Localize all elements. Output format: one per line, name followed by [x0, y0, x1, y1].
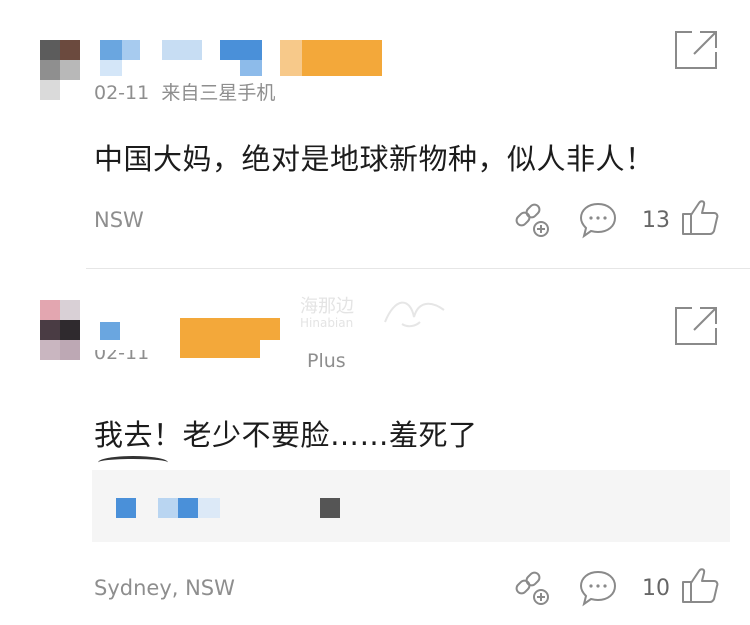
quoted-reply	[92, 470, 730, 542]
thumbs-up-icon[interactable]	[680, 566, 720, 606]
like-count: 10	[642, 576, 670, 601]
thumbs-up-icon[interactable]	[680, 198, 720, 238]
comment-date: 02-11	[94, 350, 150, 364]
expand-icon[interactable]	[674, 30, 718, 70]
watermark-logo	[380, 292, 450, 332]
watermark-en: Hinabian	[300, 316, 354, 330]
divider	[86, 268, 750, 269]
username-censored[interactable]	[100, 40, 382, 76]
avatar[interactable]	[40, 300, 80, 360]
comment-date: 02-11	[94, 82, 150, 104]
comment-icon[interactable]	[578, 568, 618, 608]
comment-text: 中国大妈，绝对是地球新物种，似人非人！	[94, 142, 655, 176]
share-icon[interactable]	[512, 200, 552, 240]
comment-location: NSW	[94, 208, 144, 232]
share-icon[interactable]	[512, 568, 552, 608]
watermark-cn: 海那边	[300, 296, 354, 317]
censor-smudge	[98, 456, 168, 469]
expand-icon[interactable]	[674, 306, 718, 346]
comment-icon[interactable]	[578, 200, 618, 240]
comment-text: 我去！老少不要脸……羞死了	[94, 418, 478, 452]
avatar[interactable]	[40, 40, 80, 100]
comment-source: Plus	[307, 350, 346, 372]
comment-source: 来自三星手机	[161, 82, 276, 104]
comment-location: Sydney, NSW	[94, 576, 235, 600]
watermark: 海那边 Hinabian	[300, 292, 354, 330]
like-count: 13	[642, 208, 670, 233]
